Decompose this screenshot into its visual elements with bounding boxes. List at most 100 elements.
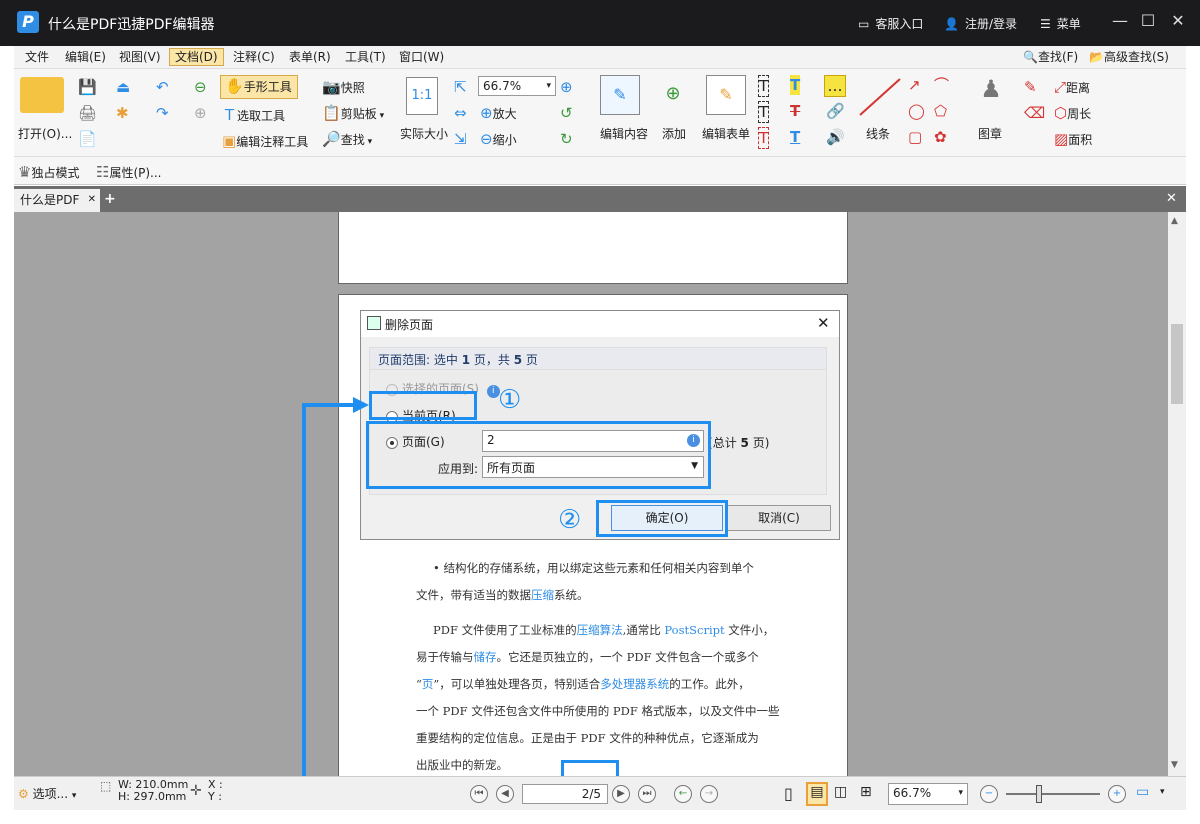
lines-label[interactable]: 线条 (866, 125, 890, 142)
close-window-button[interactable]: ✕ (1166, 11, 1190, 30)
sound-icon[interactable]: 🔊 (826, 127, 845, 147)
next-view-icon[interactable]: → (700, 785, 718, 803)
dialog-close-icon[interactable]: ✕ (817, 314, 830, 332)
menu-file[interactable]: 文件 (20, 49, 54, 67)
menu-annotate[interactable]: 注释(C) (228, 49, 280, 67)
edit-form-label[interactable]: 编辑表单 (702, 125, 750, 142)
highlight-text-icon[interactable]: T (790, 75, 801, 95)
main-menu-button[interactable]: ☰ 菜单 (1040, 15, 1081, 32)
advanced-find-button[interactable]: 📂高级查找(S) (1084, 49, 1174, 67)
area-tool-button[interactable]: ▨面积 (1054, 129, 1092, 149)
cancel-button[interactable]: 取消(C) (727, 505, 831, 531)
new-document-icon[interactable]: ✱ (116, 103, 129, 123)
fit-visible-icon[interactable]: ⇲ (454, 129, 467, 149)
strikeout-text-icon[interactable]: T (790, 101, 800, 121)
document-link[interactable]: 压缩算法 (577, 623, 623, 637)
print-icon[interactable]: 🖨 (78, 103, 97, 123)
rotate-left-icon[interactable]: ↺ (560, 103, 573, 123)
underline-text-icon[interactable]: T (790, 127, 800, 147)
redo-icon[interactable]: ↷ (156, 103, 169, 123)
zoom-tool-icon[interactable]: ⊕ (560, 77, 573, 97)
zoom-out-button[interactable]: ⊖缩小 (480, 129, 517, 149)
edit-content-icon[interactable]: ✎ (600, 75, 640, 115)
rotate-right-icon[interactable]: ↻ (560, 129, 573, 149)
scroll-down-icon[interactable]: ▼ (1171, 760, 1178, 770)
options-button[interactable]: ⚙ 选项... ▾ (18, 785, 76, 802)
register-login-button[interactable]: 👤 注册/登录 (944, 15, 1017, 32)
facing-view-icon[interactable]: ◫ (834, 784, 847, 800)
note-icon[interactable]: … (824, 75, 846, 97)
pencil-icon[interactable]: ✎ (1024, 77, 1037, 97)
close-all-tabs-icon[interactable]: ✕ (1166, 191, 1182, 207)
first-page-icon[interactable]: ⏮ (470, 785, 488, 803)
save-icon[interactable]: 💾 (78, 77, 97, 97)
text-field-icon[interactable]: T (758, 101, 770, 123)
scroll-up-icon[interactable]: ▲ (1171, 216, 1178, 226)
status-zoom-select[interactable]: 66.7% ▾ (888, 783, 968, 805)
vertical-scrollbar[interactable]: ▲ ▼ (1168, 212, 1186, 776)
status-menu-chevron-icon[interactable]: ▾ (1160, 787, 1165, 797)
zoom-out-status-icon[interactable]: − (980, 785, 998, 803)
menu-document[interactable]: 文档(D) (169, 48, 224, 66)
fit-width-icon[interactable]: ⇔ (454, 103, 467, 123)
open-folder-icon[interactable] (20, 77, 64, 113)
new-tab-icon[interactable]: + (104, 191, 118, 207)
ellipse-tool-icon[interactable]: ◯ (908, 101, 925, 121)
zoom-select[interactable]: 66.7% ▾ (478, 76, 556, 96)
menu-view[interactable]: 视图(V) (114, 49, 166, 67)
zoom-in-button[interactable]: ⊕放大 (480, 103, 517, 123)
eraser-icon[interactable]: ⌫ (1024, 103, 1045, 123)
stamp-label[interactable]: 图章 (978, 125, 1002, 142)
fit-page-icon[interactable]: ⇱ (454, 77, 467, 97)
tab-document[interactable]: 什么是PDF ✕ (14, 189, 100, 212)
find-menu-button[interactable]: 🔍查找(F) (1018, 49, 1083, 67)
actual-size-icon[interactable]: 1:1 (406, 77, 438, 115)
text-box-icon[interactable]: T (758, 75, 770, 97)
line-tool-icon[interactable] (856, 75, 906, 119)
edit-form-icon[interactable]: ✎ (706, 75, 746, 115)
edit-annotation-tool-button[interactable]: ▣编辑注释工具 (222, 131, 308, 151)
menu-tools[interactable]: 工具(T) (340, 49, 391, 67)
single-page-view-icon[interactable]: ▯ (784, 784, 793, 803)
polygon-tool-icon[interactable]: ⬠ (934, 101, 947, 121)
rectangle-tool-icon[interactable]: ▢ (908, 127, 922, 147)
add-icon[interactable]: ⊕ (652, 75, 694, 115)
cloud-tool-icon[interactable]: ✿ (934, 127, 947, 147)
select-tool-button[interactable]: Ｔ选取工具 (222, 105, 285, 125)
back-icon[interactable]: ⊖ (194, 77, 207, 97)
zoom-in-status-icon[interactable]: + (1108, 785, 1126, 803)
last-page-icon[interactable]: ⏭ (638, 785, 656, 803)
menu-window[interactable]: 窗口(W) (394, 49, 449, 67)
continuous-facing-view-icon[interactable]: ⊞ (860, 784, 872, 800)
continuous-view-icon[interactable]: ▤ (806, 782, 828, 806)
find-button[interactable]: 🔎查找 ▾ (322, 129, 372, 149)
next-page-icon[interactable]: ▶ (612, 785, 630, 803)
prev-page-icon[interactable]: ◀ (496, 785, 514, 803)
menu-form[interactable]: 表单(R) (284, 49, 336, 67)
scroll-thumb[interactable] (1171, 324, 1183, 404)
previous-view-icon[interactable]: ← (674, 785, 692, 803)
menu-edit[interactable]: 编辑(E) (60, 49, 111, 67)
polyline-tool-icon[interactable]: ⌒ (934, 75, 949, 95)
minimize-button[interactable]: — (1108, 11, 1132, 30)
arrow-tool-icon[interactable]: ↗ (908, 75, 921, 95)
scan-icon[interactable]: ⏏ (116, 77, 130, 97)
hand-tool-button[interactable]: ✋手形工具 (220, 75, 298, 99)
customer-service-button[interactable]: ▭ 客服入口 (858, 15, 923, 32)
zoom-slider[interactable] (1006, 793, 1100, 795)
edit-content-label[interactable]: 编辑内容 (600, 125, 648, 142)
open-button-label[interactable]: 打开(O)... (18, 125, 72, 142)
page-number-input[interactable]: 2/5 (522, 784, 608, 804)
add-label[interactable]: 添加 (662, 125, 686, 142)
forward-icon[interactable]: ⊕ (194, 103, 207, 123)
document-link[interactable]: 多处理器系统 (600, 677, 669, 691)
perimeter-tool-button[interactable]: ⬡周长 (1054, 103, 1091, 123)
text-callout-icon[interactable]: T (758, 127, 770, 149)
distance-tool-button[interactable]: ⤢距离 (1054, 77, 1090, 97)
snapshot-button[interactable]: 📷快照 (322, 77, 365, 97)
stamp-icon[interactable]: ♟ (976, 75, 1006, 111)
document-link[interactable]: PostScript (664, 623, 724, 637)
document-dropdown-icon[interactable]: 📄 (78, 129, 97, 149)
tab-close-icon[interactable]: ✕ (88, 189, 96, 211)
maximize-button[interactable]: ☐ (1136, 11, 1160, 30)
